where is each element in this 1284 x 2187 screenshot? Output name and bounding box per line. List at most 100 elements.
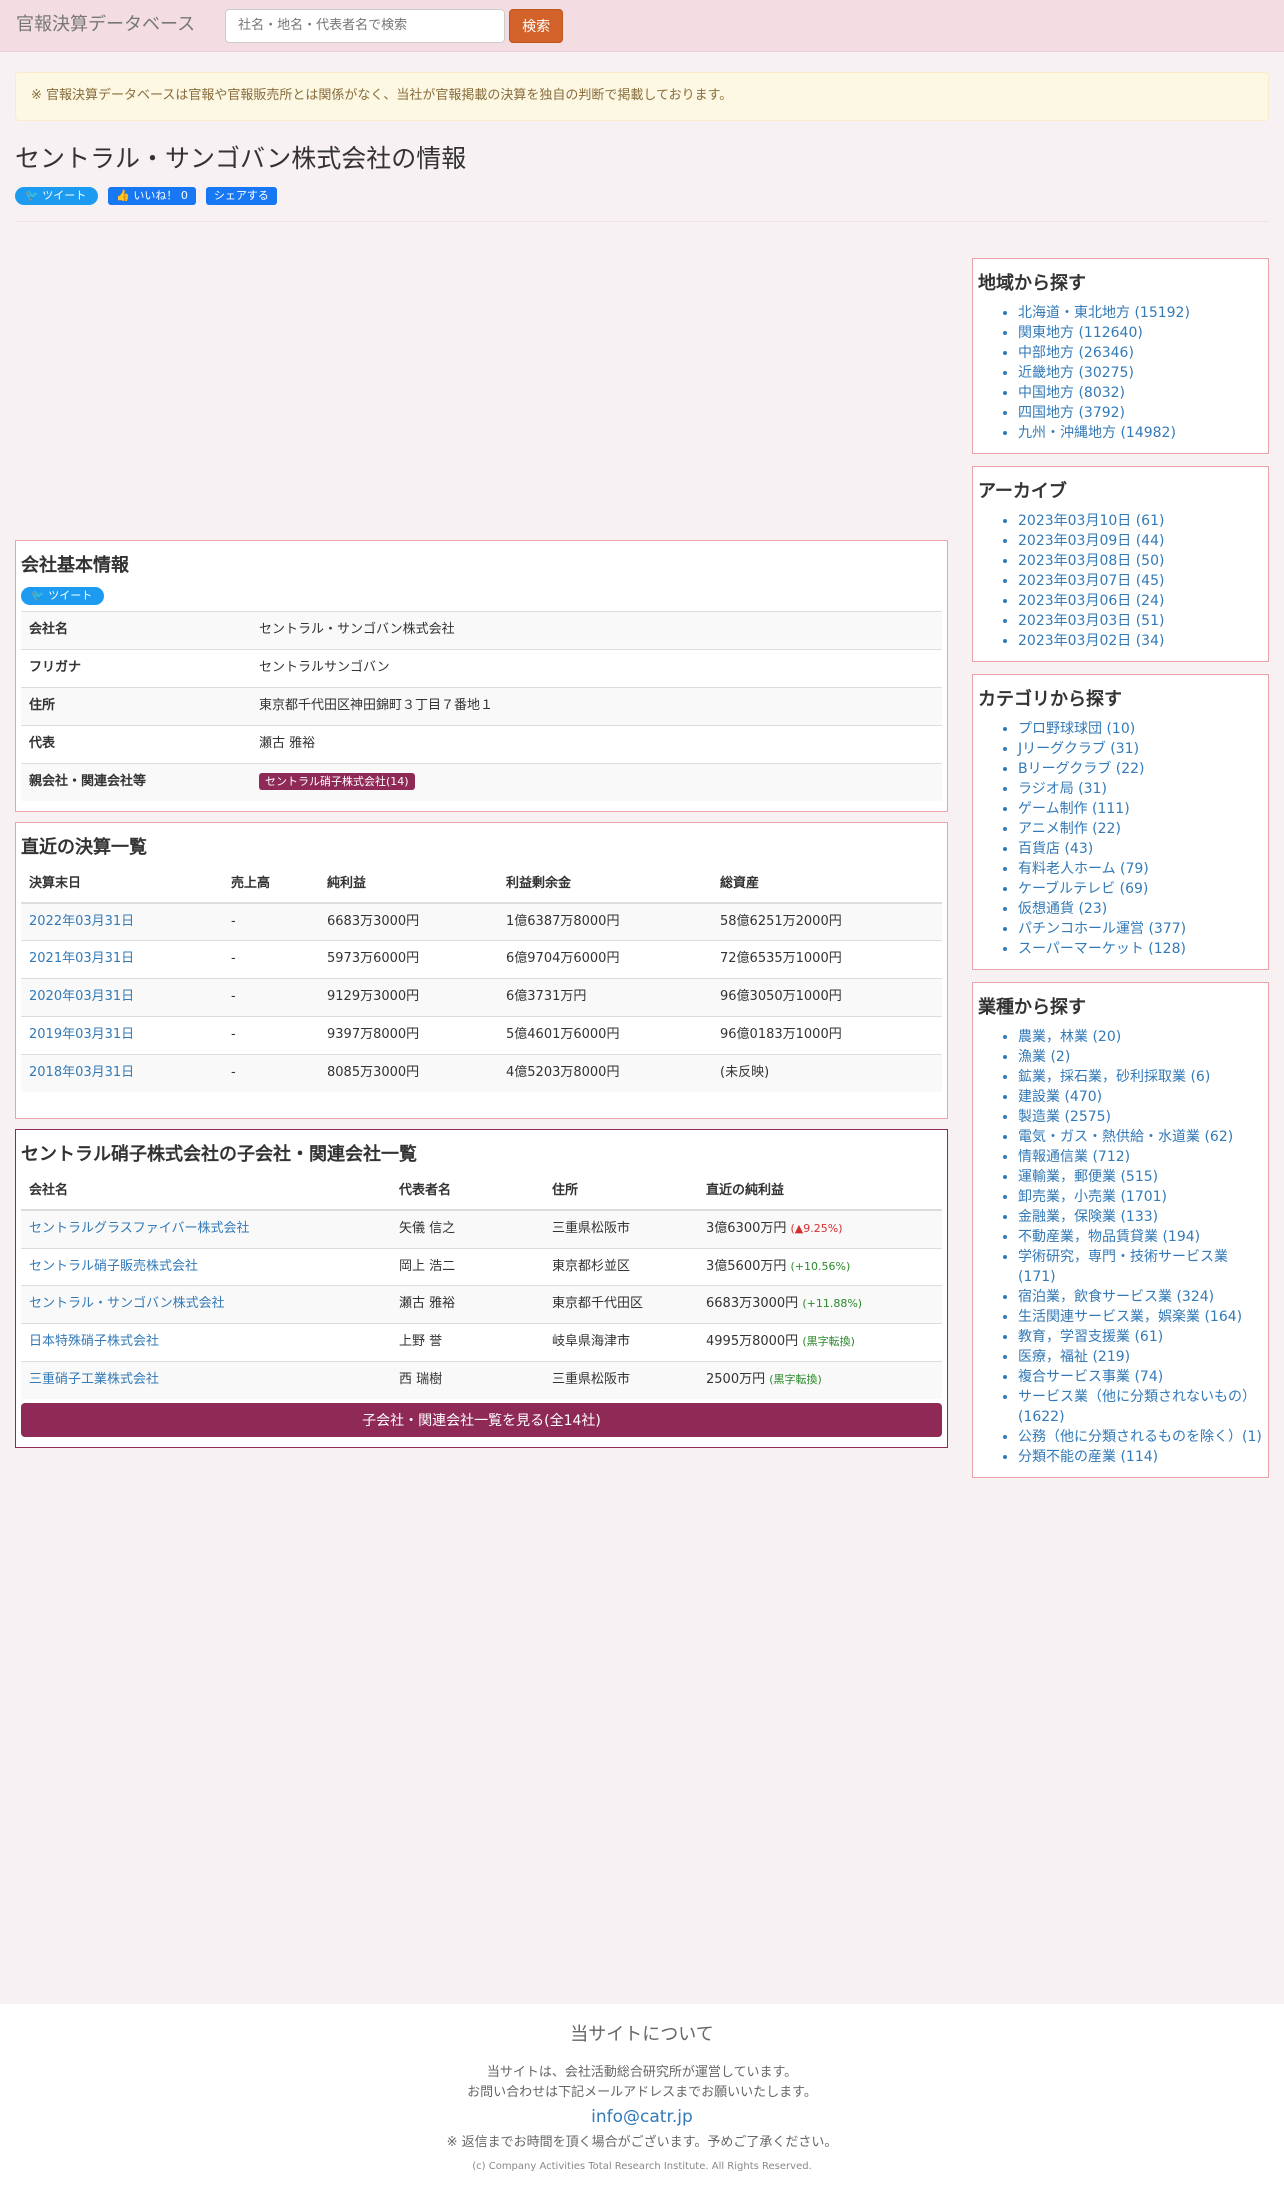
table-row: セントラル硝子販売株式会社 岡上 浩二 東京都杉並区 3億5600万円 (+10… [21,1247,942,1286]
table-cell: 58億6251万2000円 [712,902,942,941]
sidebar-link[interactable]: 卸売業，小売業 (1701) [1018,1189,1167,1205]
fiscal-date-link[interactable]: 2018年03月31日 [29,1065,134,1080]
fiscal-date-link[interactable]: 2021年03月31日 [29,951,134,966]
search-button[interactable]: 検索 [509,8,564,43]
table-cell: 三重硝子工業株式会社 [21,1361,391,1399]
footer-note: ※ 返信までお時間を頂く場合がございます。予めご了承ください。 [446,2135,838,2151]
sidebar-link[interactable]: 中部地方 (26346) [1018,345,1134,361]
sidebar-list-item: 分類不能の産業 (114) [1018,1447,1263,1467]
sidebar-list-item: 中国地方 (8032) [1018,383,1263,403]
table-cell: - [223,978,319,1017]
sidebar-link[interactable]: Jリーグクラブ (31) [1018,741,1139,757]
sidebar-link[interactable]: 九州・沖縄地方 (14982) [1018,425,1176,441]
table-cell: 6683万3000円 (+11.88%) [698,1285,942,1324]
sidebar-list-item: 教育，学習支援業 (61) [1018,1327,1263,1347]
sidebar-link[interactable]: 四国地方 (3792) [1018,405,1125,421]
subsidiary-link[interactable]: セントラル硝子販売株式会社 [29,1259,198,1274]
sidebar-list-item: ラジオ局 (31) [1018,779,1263,799]
sidebar-link[interactable]: 百貨店 (43) [1018,841,1093,857]
copyright: (c) Company Activities Total Research In… [472,2161,812,2173]
table-header-row: 会社名 代表者名 住所 直近の純利益 [21,1173,942,1211]
tweet-button[interactable]: 🐦 ツイート [15,187,99,206]
sidebar-link[interactable]: 有料老人ホーム (79) [1018,861,1149,877]
sidebar-link[interactable]: ケーブルテレビ (69) [1018,881,1148,897]
sidebar-list-item: 運輸業，郵便業 (515) [1018,1167,1263,1187]
sidebar-link[interactable]: 2023年03月06日 (24) [1018,593,1164,609]
sidebar-list-item: 医療，福祉 (219) [1018,1347,1263,1367]
info-value: セントラルサンゴバン [251,649,942,688]
sidebar-list-item: 卸売業，小売業 (1701) [1018,1187,1263,1207]
sidebar-link[interactable]: 分類不能の産業 (114) [1018,1449,1158,1465]
subsidiary-link[interactable]: 三重硝子工業株式会社 [29,1372,159,1387]
subsidiary-link[interactable]: セントラル・サンゴバン株式会社 [29,1296,225,1311]
sidebar-list-item: 学術研究，専門・技術サービス業 (171) [1018,1247,1263,1287]
basic-info-tweet-button[interactable]: 🐦 ツイート [21,587,105,606]
sidebar-link[interactable]: パチンコホール運営 (377) [1018,921,1186,937]
subsidiaries-heading: セントラル硝子株式会社の子会社・関連会社一覧 [21,1143,417,1165]
net-profit: 2500万円 [706,1372,766,1388]
sidebar-link[interactable]: 電気・ガス・熱供給・水道業 (62) [1018,1129,1233,1145]
sidebar-link[interactable]: 複合サービス事業 (74) [1018,1369,1163,1385]
table-cell: セントラルグラスファイバー株式会社 [21,1209,391,1249]
sidebar-link[interactable]: 中国地方 (8032) [1018,385,1125,401]
info-key: 会社名 [21,611,251,650]
sidebar-link[interactable]: 公務（他に分類されるものを除く）(1) [1018,1429,1262,1445]
table-cell: - [223,1016,319,1055]
subsidiary-link[interactable]: 日本特殊硝子株式会社 [29,1334,159,1349]
sidebar-link[interactable]: ゲーム制作 (111) [1018,801,1130,817]
sidebar-link[interactable]: 2023年03月08日 (50) [1018,553,1164,569]
sidebar-link[interactable]: アニメ制作 (22) [1018,821,1121,837]
table-cell: 東京都杉並区 [544,1247,698,1286]
table-cell: 岐阜県海津市 [544,1323,698,1362]
sidebar-link[interactable]: 学術研究，専門・技術サービス業 (171) [1018,1249,1228,1285]
sidebar-link[interactable]: 農業，林業 (20) [1018,1029,1121,1045]
sidebar-link[interactable]: 2023年03月07日 (45) [1018,573,1164,589]
sidebar-link[interactable]: 鉱業，採石業，砂利採取業 (6) [1018,1069,1210,1085]
sidebar-link[interactable]: 近畿地方 (30275) [1018,365,1134,381]
table-cell: 4995万8000円 (黒字転換) [698,1323,942,1362]
sidebar-link[interactable]: 製造業 (2575) [1018,1109,1111,1125]
search-input[interactable] [225,8,506,43]
category-panel: カテゴリから探す プロ野球球団 (10) Jリーグクラブ (31) Bリーグクラブ … [972,674,1269,971]
sidebar-link[interactable]: 運輸業，郵便業 (515) [1018,1169,1158,1185]
sidebar-link[interactable]: 医療，福祉 (219) [1018,1349,1130,1365]
sidebar-link[interactable]: 不動産業，物品賃貸業 (194) [1018,1229,1200,1245]
sidebar-link[interactable]: 2023年03月03日 (51) [1018,613,1164,629]
subsidiary-link[interactable]: セントラルグラスファイバー株式会社 [29,1221,249,1236]
sidebar-link[interactable]: 漁業 (2) [1018,1049,1070,1065]
fiscal-date-link[interactable]: 2020年03月31日 [29,989,134,1004]
sidebar-link[interactable]: 仮想通貨 (23) [1018,901,1107,917]
sidebar-link[interactable]: 金融業，保険業 (133) [1018,1209,1158,1225]
info-value: セントラル・サンゴバン株式会社 [251,611,942,650]
sidebar-link[interactable]: 生活関連サービス業，娯楽業 (164) [1018,1309,1242,1325]
parent-company-badge[interactable]: セントラル硝子株式会社(14) [259,772,415,790]
sidebar-link[interactable]: 宿泊業，飲食サービス業 (324) [1018,1289,1214,1305]
sidebar-link[interactable]: 教育，学習支援業 (61) [1018,1329,1163,1345]
fiscal-date-link[interactable]: 2022年03月31日 [29,914,134,929]
contact-email-link[interactable]: info@catr.jp [0,2105,1284,2130]
sidebar-link[interactable]: 情報通信業 (712) [1018,1149,1130,1165]
site-brand[interactable]: 官報決算データベース [16,12,195,38]
sidebar-link[interactable]: 関東地方 (112640) [1018,325,1143,341]
like-button[interactable]: 👍 いいね！ 0 [108,187,196,206]
sidebar-link[interactable]: Bリーグクラブ (22) [1018,761,1145,777]
sidebar-link[interactable]: 2023年03月02日 (34) [1018,633,1164,649]
sidebar-list-item: Bリーグクラブ (22) [1018,759,1263,779]
sidebar-link[interactable]: サービス業（他に分類されないもの）(1622) [1018,1389,1256,1425]
sidebar-link[interactable]: 建設業 (470) [1018,1089,1102,1105]
sidebar-link[interactable]: プロ野球球団 (10) [1018,721,1135,737]
sidebar-link[interactable]: 2023年03月10日 (61) [1018,513,1164,529]
sidebar-link[interactable]: 2023年03月09日 (44) [1018,533,1164,549]
sidebar-link[interactable]: 北海道・東北地方 (15192) [1018,305,1190,321]
share-button[interactable]: シェアする [205,187,277,206]
table-cell: 9129万3000円 [319,978,498,1017]
view-all-subsidiaries-button[interactable]: 子会社・関連会社一覧を見る(全14社) [21,1402,942,1437]
region-panel: 地域から探す 北海道・東北地方 (15192) 関東地方 (112640) 中部地方… [972,258,1269,455]
net-profit: 3億6300万円 [706,1220,787,1236]
sidebar-link[interactable]: ラジオ局 (31) [1018,781,1107,797]
info-value: 東京都千代田区神田錦町３丁目７番地１ [251,687,942,726]
table-row: 日本特殊硝子株式会社 上野 誉 岐阜県海津市 4995万8000円 (黒字転換) [21,1323,942,1362]
fiscal-date-link[interactable]: 2019年03月31日 [29,1027,134,1042]
sidebar-link[interactable]: スーパーマーケット (128) [1018,941,1186,957]
table-cell: - [223,1053,319,1092]
